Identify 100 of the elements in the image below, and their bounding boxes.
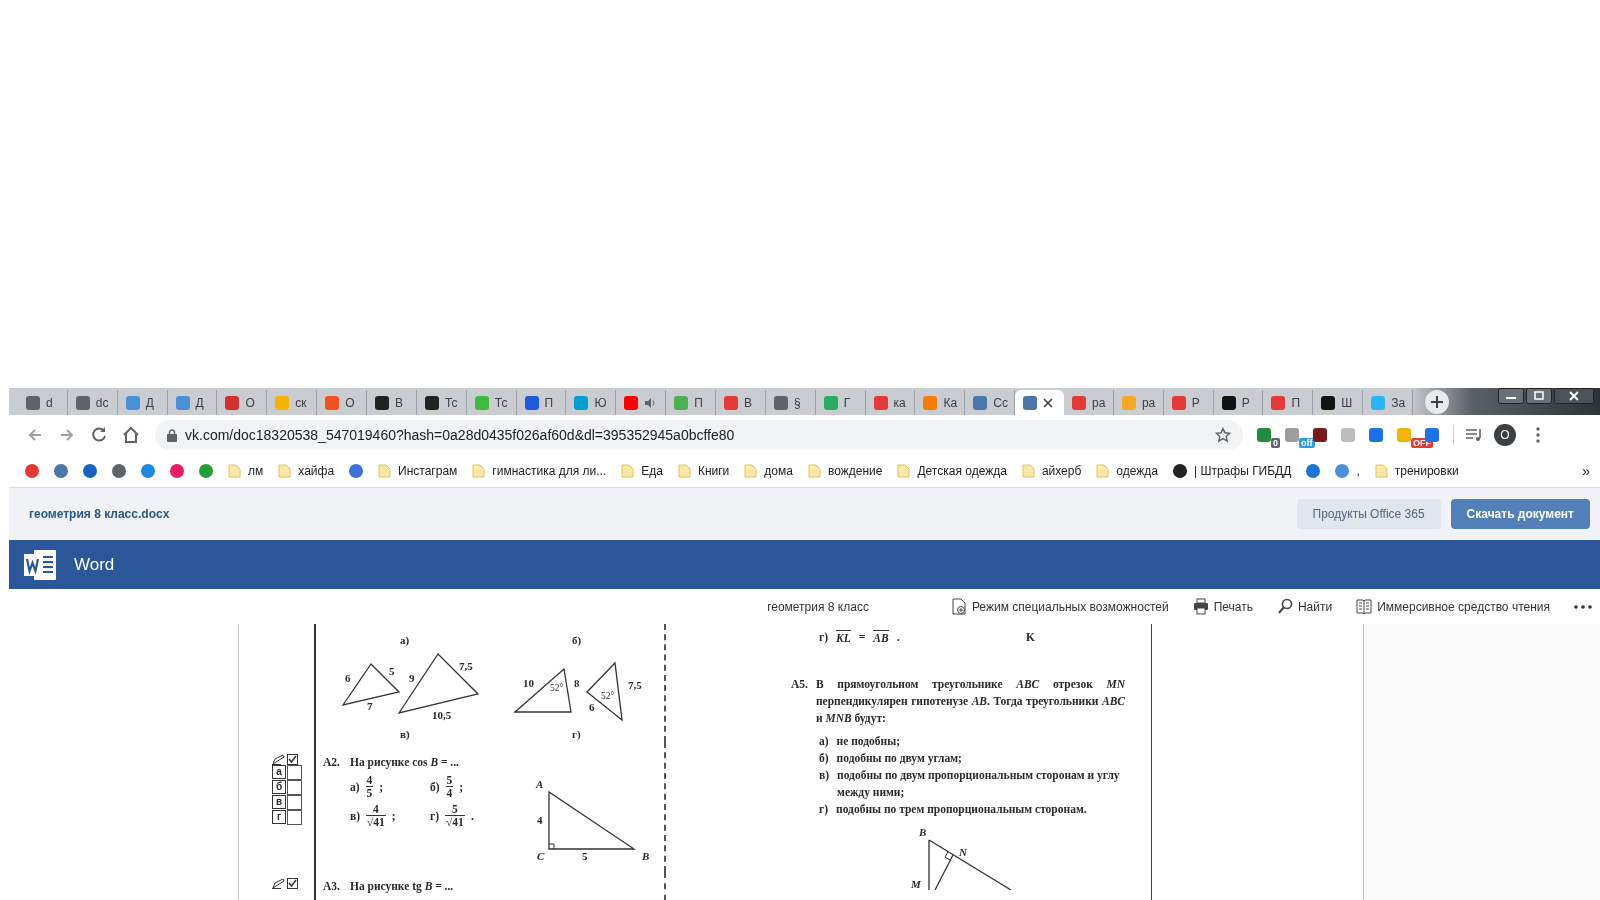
angle-label: 52° (550, 683, 564, 693)
search-icon (1276, 598, 1293, 615)
side-label: 7,5 (628, 679, 642, 691)
new-tab-button[interactable] (1425, 390, 1449, 414)
document-filename: геометрия 8 класс.docx (29, 507, 170, 521)
triangle (586, 661, 623, 722)
bookmark[interactable]: , (1335, 464, 1360, 478)
reader-icon (1356, 598, 1373, 615)
answer-box[interactable] (287, 780, 302, 795)
profile-avatar[interactable]: O (1494, 424, 1516, 446)
address-bar[interactable]: vk.com/doc18320538_547019460?hash=0a28d0435f026af60d&dl=395352945a0bcffe80 (155, 420, 1243, 450)
bookmark-icon[interactable] (83, 464, 97, 478)
bookmark[interactable]: Еда (621, 464, 663, 478)
folder-icon (1374, 464, 1388, 478)
operator: = (858, 631, 866, 643)
bookmark[interactable]: | Штрафы ГИБДД (1173, 464, 1292, 478)
vertex-label: B (919, 826, 927, 838)
lock-icon (167, 428, 177, 442)
folder-icon (1021, 464, 1035, 478)
vertex-label: B (642, 850, 650, 862)
immersive-reader-button[interactable]: Иммерсивное средство чтения (1356, 598, 1550, 615)
side-label: 10 (523, 677, 534, 689)
punctuation: ; (379, 780, 384, 793)
minimize-icon[interactable] (1498, 388, 1524, 404)
find-button[interactable]: Найти (1276, 598, 1333, 615)
bookmark[interactable]: Инстаграм (378, 464, 458, 478)
folder-icon (378, 464, 392, 478)
option-letter: а) (350, 780, 360, 793)
extension-badge: 0 (1271, 438, 1280, 448)
folder-icon (1096, 464, 1110, 478)
bookmark[interactable]: Книги (677, 464, 730, 478)
reload-icon[interactable] (90, 426, 108, 444)
download-button[interactable]: Скачать документ (1450, 499, 1590, 529)
document-title: геометрия 8 класс (767, 599, 869, 614)
vertex-label: N (959, 846, 967, 858)
option-text: не подобны; (836, 734, 900, 749)
option-letter: г) (819, 631, 829, 643)
fraction: 5 4 (445, 774, 454, 799)
browser-tab[interactable] (1015, 390, 1065, 415)
app-name: Word (74, 554, 115, 575)
question-text: На рисунке tg B = ... (349, 880, 454, 892)
fraction: 4 √41 (366, 803, 386, 828)
vertex-label: C (537, 850, 545, 862)
option-letter: а) (819, 734, 829, 750)
question-number: A5. (791, 677, 808, 692)
folder-icon (744, 464, 758, 478)
more-icon[interactable] (1574, 604, 1592, 609)
bookmark[interactable]: вождение (807, 464, 883, 478)
accessibility-mode-button[interactable]: Режим специальных возможностей (950, 598, 1169, 615)
fraction: KL (836, 630, 851, 644)
bookmark-icon[interactable] (349, 464, 364, 478)
option-letter: б) (819, 751, 829, 767)
folder-icon (897, 464, 911, 478)
office-products-button[interactable]: Продукты Office 365 (1296, 499, 1441, 529)
bookmark-icon[interactable] (54, 464, 68, 478)
bookmark[interactable]: одежда (1096, 464, 1158, 478)
maximize-icon[interactable] (1526, 388, 1552, 404)
folder-icon (472, 464, 486, 478)
print-button[interactable]: Печать (1192, 598, 1253, 615)
bookmark-icon[interactable] (1306, 464, 1321, 478)
folder-icon (807, 464, 821, 478)
bookmark[interactable]: Детская одежда (897, 464, 1007, 478)
bookmark[interactable]: дома (744, 464, 793, 478)
star-icon[interactable] (1215, 427, 1231, 443)
fraction: 5 √41 (445, 803, 465, 828)
option-text: подобны по двум углам; (836, 751, 962, 767)
punctuation: ; (391, 809, 396, 822)
punctuation: ; (459, 780, 464, 793)
bookmark-icon[interactable] (112, 464, 126, 478)
answer-box[interactable] (287, 810, 302, 825)
answer-letter: а (272, 765, 286, 779)
punctuation: . (896, 631, 900, 643)
bookmark-icon[interactable] (141, 464, 155, 478)
home-icon[interactable] (122, 426, 140, 444)
answer-letter: б (272, 780, 286, 794)
answer-letter: г (272, 810, 286, 824)
question-number: A3. (323, 880, 340, 892)
bookmark-icon[interactable] (170, 464, 184, 478)
option-letter: в) (819, 768, 830, 784)
bookmark[interactable]: лм (228, 464, 264, 478)
bookmark[interactable]: гимнастика для ли... (472, 464, 607, 478)
extension-badge: off (1299, 438, 1315, 448)
bookmark-icon[interactable] (199, 464, 213, 478)
question-text: В прямоугольном треугольнике ABC отрезок MN перпендикулярен гипотенузе AB. Тогда треугольники ABC и MNB будут: (815, 677, 1125, 727)
more-bookmarks-button[interactable]: » (1582, 463, 1590, 479)
bookmark[interactable]: хайфа (278, 464, 335, 478)
side-label: 4 (537, 814, 543, 826)
menu-icon[interactable] (1536, 427, 1540, 443)
extension-icon[interactable] (1313, 428, 1327, 442)
side-label: 9 (409, 672, 415, 684)
close-icon[interactable] (1043, 397, 1054, 408)
question-text: На рисунке cos B = ... (349, 756, 459, 768)
answer-box[interactable] (287, 795, 302, 810)
triangle (513, 667, 572, 713)
bookmark[interactable]: тренировки (1374, 464, 1459, 478)
media-controls-icon[interactable] (1466, 428, 1482, 442)
close-icon[interactable] (1554, 388, 1594, 404)
answer-box[interactable] (287, 765, 302, 780)
bookmark-icon[interactable] (25, 464, 39, 478)
bookmark[interactable]: айхерб (1021, 464, 1082, 478)
